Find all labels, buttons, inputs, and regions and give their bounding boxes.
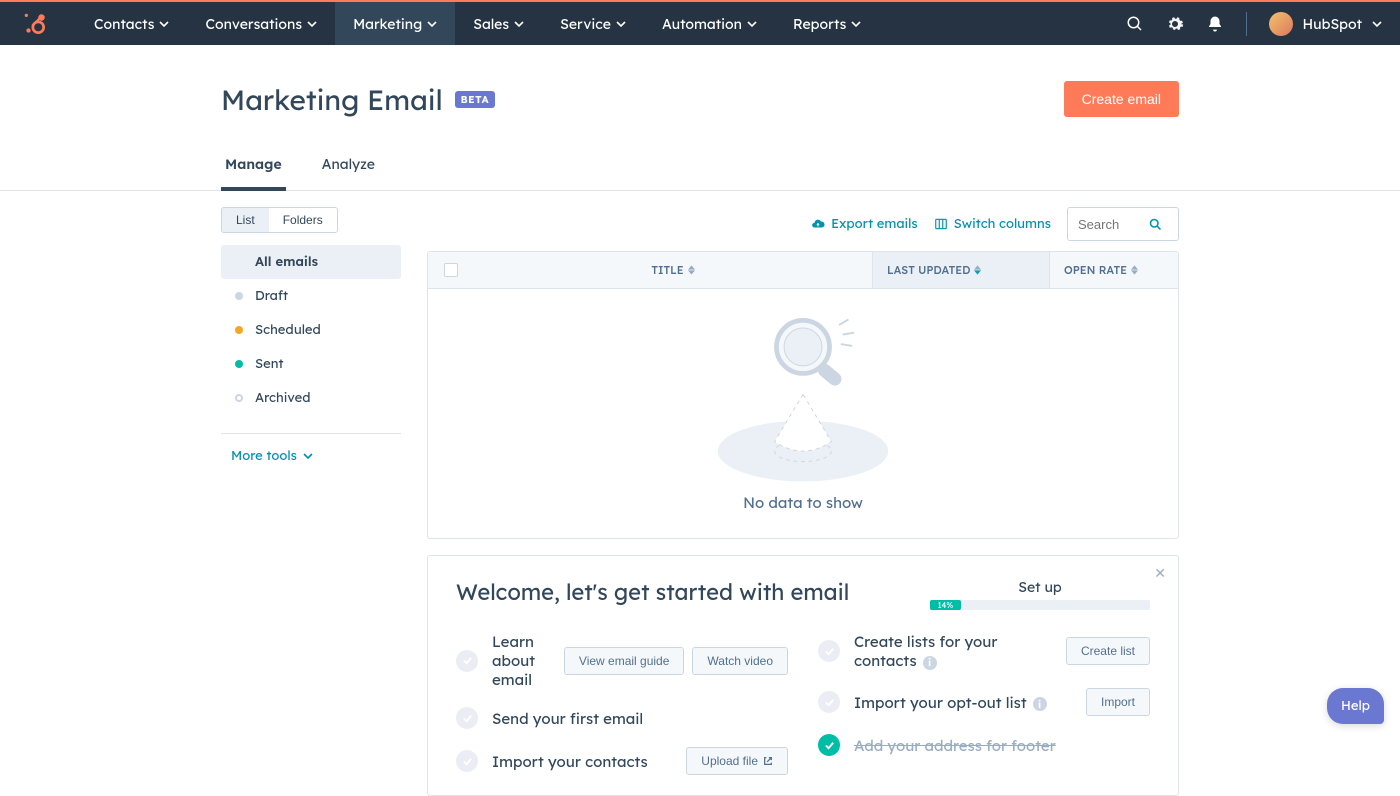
task-item: Import your opt-out listi Import (818, 688, 1150, 716)
col-last-updated[interactable]: LAST UPDATED (872, 252, 1050, 288)
sidebar-divider (221, 433, 401, 434)
page-title: Marketing Email BETA (221, 82, 495, 117)
chevron-down-icon (1372, 19, 1382, 29)
avatar (1269, 12, 1293, 36)
sidebar-item-scheduled[interactable]: Scheduled (221, 313, 401, 347)
status-dot (235, 326, 243, 334)
sidebar-item-draft[interactable]: Draft (221, 279, 401, 313)
chevron-down-icon (851, 19, 861, 29)
chevron-down-icon (159, 19, 169, 29)
empty-state: No data to show (428, 289, 1178, 538)
sidebar: List Folders All emailsDraftScheduledSen… (221, 207, 401, 796)
info-icon[interactable]: i (923, 656, 937, 670)
task-action-button[interactable]: Import (1086, 688, 1150, 716)
select-all-checkbox[interactable] (428, 252, 474, 288)
close-icon[interactable]: ✕ (1154, 564, 1166, 582)
sort-icon (1131, 265, 1138, 275)
nav-item-automation[interactable]: Automation (644, 2, 775, 45)
task-check-icon (456, 750, 478, 772)
task-item: Learn about email View email guideWatch v… (456, 632, 788, 689)
nav-item-contacts[interactable]: Contacts (76, 2, 187, 45)
sidebar-item-archived[interactable]: Archived (221, 381, 401, 415)
create-email-button[interactable]: Create email (1064, 81, 1179, 117)
task-action-button[interactable]: Upload file (686, 747, 788, 775)
account-label: HubSpot (1303, 15, 1363, 33)
tabs: Manage Analyze (221, 155, 1179, 191)
task-label: Import your contacts (492, 752, 672, 771)
chevron-down-icon (303, 451, 313, 461)
welcome-title: Welcome, let's get started with email (456, 578, 849, 606)
status-dot (235, 360, 243, 368)
task-check-icon (456, 650, 478, 672)
task-check-icon (818, 734, 840, 756)
chevron-down-icon (616, 19, 626, 29)
task-label: Send your first email (492, 709, 788, 728)
task-item: Send your first email (456, 707, 788, 729)
nav-item-conversations[interactable]: Conversations (187, 2, 335, 45)
sidebar-item-all-emails[interactable]: All emails (221, 245, 401, 279)
setup-label: Set up (930, 578, 1150, 596)
chevron-down-icon (747, 19, 757, 29)
task-label: Learn about email (492, 632, 550, 689)
task-check-icon (818, 640, 840, 662)
nav-item-marketing[interactable]: Marketing (335, 2, 455, 45)
beta-badge: BETA (455, 91, 495, 108)
status-dot (235, 292, 243, 300)
top-nav: ContactsConversationsMarketingSalesServi… (0, 2, 1400, 45)
empty-text: No data to show (428, 493, 1178, 512)
export-emails-link[interactable]: Export emails (811, 216, 918, 232)
tab-manage[interactable]: Manage (221, 155, 286, 191)
task-check-icon (818, 691, 840, 713)
bell-icon[interactable] (1206, 15, 1224, 33)
task-label: Add your address for footer (854, 736, 1150, 755)
nav-item-reports[interactable]: Reports (775, 2, 879, 45)
email-table: TITLE LAST UPDATED OPEN RATE (427, 251, 1179, 539)
search-input-wrap[interactable] (1067, 207, 1179, 241)
view-toggle-list[interactable]: List (222, 208, 269, 232)
help-button[interactable]: Help (1327, 688, 1384, 724)
view-toggle: List Folders (221, 207, 338, 233)
task-action-button[interactable]: View email guide (564, 647, 685, 675)
status-dot (235, 394, 243, 402)
task-item: Create lists for your contactsi Create li… (818, 632, 1150, 670)
progress-fill: 14% (930, 600, 961, 610)
task-label: Import your opt-out listi (854, 693, 1072, 712)
sidebar-item-sent[interactable]: Sent (221, 347, 401, 381)
more-tools-link[interactable]: More tools (221, 448, 401, 464)
sort-icon (688, 265, 695, 275)
search-icon (1148, 217, 1163, 232)
task-item: Add your address for footer (818, 734, 1150, 756)
tab-analyze[interactable]: Analyze (318, 155, 379, 190)
hubspot-logo-icon[interactable] (22, 11, 48, 37)
empty-illustration-icon (708, 309, 898, 489)
external-link-icon (763, 756, 773, 766)
nav-item-service[interactable]: Service (542, 2, 644, 45)
task-check-icon (456, 707, 478, 729)
info-icon[interactable]: i (1033, 697, 1047, 711)
nav-divider (1246, 12, 1247, 36)
chevron-down-icon (307, 19, 317, 29)
chevron-down-icon (427, 19, 437, 29)
setup-progress: 14% (930, 600, 1150, 610)
switch-columns-link[interactable]: Switch columns (934, 216, 1051, 232)
columns-icon (934, 217, 948, 231)
account-menu[interactable]: HubSpot (1269, 12, 1383, 36)
task-label: Create lists for your contactsi (854, 632, 1052, 670)
gear-icon[interactable] (1166, 15, 1184, 33)
nav-item-sales[interactable]: Sales (455, 2, 542, 45)
search-input[interactable] (1078, 217, 1148, 232)
task-action-button[interactable]: Create list (1066, 637, 1150, 665)
search-icon[interactable] (1126, 15, 1144, 33)
view-toggle-folders[interactable]: Folders (269, 208, 337, 232)
chevron-down-icon (514, 19, 524, 29)
sort-icon (974, 265, 981, 275)
col-title[interactable]: TITLE (474, 252, 872, 288)
col-open-rate[interactable]: OPEN RATE (1050, 252, 1178, 288)
cloud-upload-icon (811, 217, 825, 231)
welcome-card: ✕ Welcome, let's get started with email … (427, 555, 1179, 796)
task-item: Import your contacts Upload file (456, 747, 788, 775)
task-action-button[interactable]: Watch video (692, 647, 788, 675)
